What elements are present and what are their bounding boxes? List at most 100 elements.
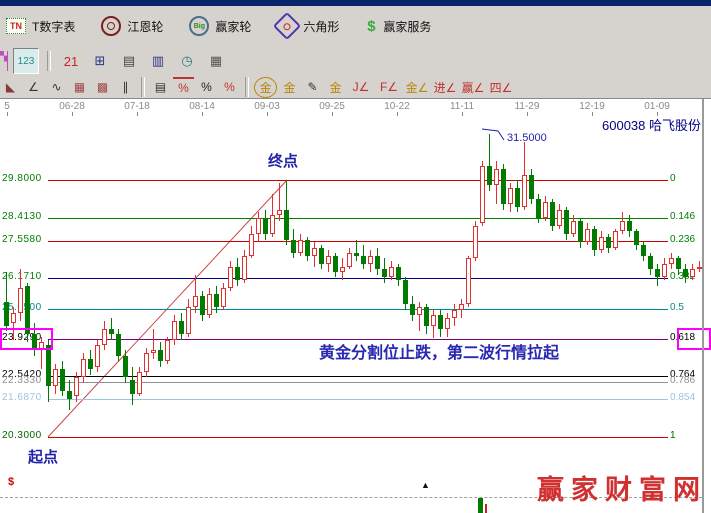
candle-body [606,237,611,248]
ratio-label-0.146: 0.146 [670,211,695,222]
candle-body [557,210,562,226]
price-label-20.3000: 20.3000 [2,430,42,441]
candle-body [193,296,198,307]
candle-body [585,229,590,242]
candle-body [564,210,569,234]
ratio-label-0.786: 0.786 [670,375,695,386]
candle-body [116,334,121,356]
candle-body [172,321,177,340]
candle-body [550,202,555,226]
end-point-annotation: 终点 [268,150,298,171]
candle-body [319,248,324,264]
candle-body [648,256,653,269]
dollar-marker: $ [8,476,14,488]
candle-body [18,288,23,313]
candle-body [473,226,478,258]
candle-body [109,329,114,334]
candle-body [291,240,296,253]
candle-body [494,169,499,185]
chart-right-border [702,99,704,513]
candle-body [480,166,485,223]
ratio-label-0.854: 0.854 [670,392,695,403]
candle-body [144,353,149,372]
candle-body [487,166,492,185]
candle-body [529,175,534,199]
candle-body [221,288,226,307]
candle-body [354,253,359,256]
candle-body [368,256,373,264]
candle-body [459,304,464,310]
candle-body [326,256,331,264]
candle-body [263,218,268,234]
candle-body [536,199,541,218]
candle-body [312,248,317,256]
candle-body [361,256,366,264]
candle-wick [356,240,357,261]
candle-body [508,188,513,204]
candle-body [305,240,310,256]
candle-body [522,175,527,207]
candle-body [130,380,135,394]
candle-body [438,315,443,329]
candle-body [347,253,352,267]
lower-pane-candle [478,498,483,513]
candle-body [11,313,16,323]
candle-body [403,280,408,304]
candle-body [613,231,618,248]
candle-body [165,340,170,361]
candle-body [186,307,191,334]
candle-body [249,234,254,256]
candle-body [60,369,65,391]
candle-body [424,307,429,326]
candle-body [158,350,163,361]
candle-body [340,267,345,272]
candle-body [137,372,142,394]
candle-body [641,245,646,256]
candle-body [67,391,72,399]
candle-body [256,218,261,234]
candle-body [466,258,471,304]
candle-body [46,345,51,386]
candle-body [102,329,107,345]
candle-body [81,359,86,377]
highlight-box-right [677,328,711,350]
high-pointer-line [482,129,504,140]
candle-body [151,350,156,353]
fib-line-0 [48,180,668,181]
candle-body [662,264,667,277]
candle-body [515,188,520,207]
candle-body [592,229,597,250]
price-label-29.8000: 29.8000 [2,173,42,184]
candle-body [578,221,583,242]
candle-body [228,267,233,288]
candle-body [207,294,212,315]
candle-body [627,221,632,231]
candle-body [655,269,660,277]
candle-body [277,210,282,215]
price-label-21.6870: 21.6870 [2,392,42,403]
candle-body [410,304,415,315]
candle-body [445,318,450,329]
candle-body [417,307,422,315]
candle-body [634,231,639,245]
highlight-box-left [0,328,53,350]
fib-line-0.854 [48,399,668,400]
candle-body [690,269,695,277]
candle-body [571,221,576,234]
price-label-26.1710: 26.1710 [2,271,42,282]
price-label-27.5580: 27.5580 [2,234,42,245]
up-arrow-marker: ▲ [421,480,430,490]
fib-line-0.5 [48,309,668,310]
candle-body [242,256,247,280]
price-label-28.4130: 28.4130 [2,211,42,222]
candle-body [396,267,401,280]
candle-body [179,321,184,334]
candle-wick [279,183,280,221]
candle-body [669,258,674,264]
candle-body [620,221,625,231]
ratio-label-0.236: 0.236 [670,234,695,245]
candle-body [235,267,240,280]
candle-body [501,169,506,204]
site-watermark: 赢家财富网 [537,468,707,507]
candle-body [123,356,128,377]
